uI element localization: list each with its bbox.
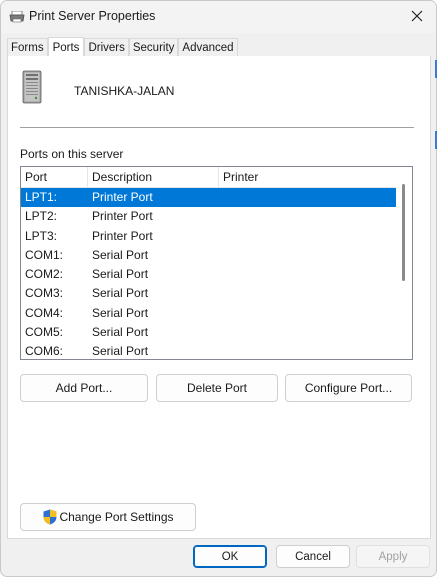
- port-row[interactable]: COM5: Serial Port: [21, 323, 397, 342]
- port-row-port: LPT1:: [25, 190, 58, 204]
- port-row[interactable]: COM6: Serial Port: [21, 342, 397, 359]
- tab-security[interactable]: Security: [128, 38, 179, 57]
- configure-port-button[interactable]: Configure Port...: [285, 374, 412, 402]
- port-row-printer: [219, 265, 397, 284]
- delete-port-button[interactable]: Delete Port: [156, 374, 278, 402]
- ports-list-rows: LPT1: Printer Port LPT2: Printer Port LPT3: P…: [21, 188, 397, 359]
- ports-section-label: Ports on this server: [20, 147, 124, 161]
- close-icon: [411, 10, 423, 25]
- title-bar: Print Server Properties: [1, 1, 436, 33]
- window-title: Print Server Properties: [29, 9, 156, 23]
- port-row[interactable]: LPT3: Printer Port: [21, 227, 397, 246]
- cancel-button[interactable]: Cancel: [276, 545, 350, 568]
- port-row-printer: [219, 323, 397, 342]
- scrollbar-thumb[interactable]: [402, 184, 405, 281]
- port-row-description: Serial Port: [92, 325, 149, 340]
- ok-button[interactable]: OK: [193, 545, 267, 568]
- port-row[interactable]: COM2: Serial Port: [21, 265, 397, 284]
- port-row-description: Serial Port: [92, 247, 149, 262]
- port-row-port: COM5:: [25, 325, 64, 340]
- port-row[interactable]: LPT2: Printer Port: [21, 207, 397, 226]
- column-header-printer[interactable]: Printer: [219, 167, 397, 188]
- change-port-settings-button[interactable]: Change Port Settings: [20, 503, 196, 531]
- port-row[interactable]: COM1: Serial Port: [21, 246, 397, 265]
- separator: [20, 127, 414, 128]
- port-row-description: Printer Port: [92, 190, 153, 204]
- tab-forms[interactable]: Forms: [7, 38, 48, 57]
- port-row[interactable]: COM3: Serial Port: [21, 284, 397, 303]
- port-row-description: Serial Port: [92, 286, 149, 301]
- port-row-port: COM4:: [25, 305, 64, 320]
- port-row-printer: [219, 284, 397, 303]
- tab-advanced[interactable]: Advanced: [178, 38, 238, 57]
- port-row[interactable]: COM4: Serial Port: [21, 304, 397, 323]
- port-row-port: COM6:: [25, 344, 64, 359]
- port-row-printer: [219, 188, 397, 207]
- tab-ports[interactable]: Ports: [47, 37, 85, 57]
- column-header-port[interactable]: Port: [21, 167, 88, 188]
- port-row-printer: [219, 207, 397, 226]
- port-row-description: Serial Port: [92, 344, 149, 359]
- port-row-description: Serial Port: [92, 267, 149, 282]
- vertical-scrollbar[interactable]: [396, 167, 412, 359]
- tab-strip: Forms Ports Drivers Security Advanced: [7, 37, 238, 57]
- close-button[interactable]: [398, 1, 436, 33]
- apply-button[interactable]: Apply: [356, 545, 430, 568]
- ports-list[interactable]: Port Description Printer LPT1: Printer Po…: [20, 166, 413, 360]
- printer-icon: [9, 10, 25, 23]
- port-row-port: COM1:: [25, 247, 64, 262]
- port-row-printer: [219, 246, 397, 265]
- port-row-port: COM3:: [25, 286, 64, 301]
- port-row-description: Serial Port: [92, 305, 149, 320]
- change-port-settings-label: Change Port Settings: [59, 510, 174, 524]
- port-row-description: Printer Port: [92, 209, 153, 224]
- port-row-printer: [219, 342, 397, 359]
- add-port-button[interactable]: Add Port...: [20, 374, 148, 402]
- print-server-properties-dialog: Print Server Properties Forms Ports Driv…: [0, 0, 437, 577]
- port-row[interactable]: LPT1: Printer Port: [21, 188, 397, 208]
- port-row-port: LPT2:: [25, 209, 58, 224]
- server-name: TANISHKA-JALAN: [74, 84, 175, 98]
- column-header-description[interactable]: Description: [88, 167, 219, 188]
- tab-drivers[interactable]: Drivers: [84, 38, 129, 57]
- ports-list-header: Port Description Printer: [21, 167, 397, 188]
- uac-shield-icon: [42, 509, 58, 525]
- server-tower-icon: [21, 70, 43, 104]
- port-row-port: LPT3:: [25, 228, 58, 243]
- port-row-printer: [219, 304, 397, 323]
- port-row-printer: [219, 227, 397, 246]
- port-row-description: Printer Port: [92, 228, 153, 243]
- port-row-port: COM2:: [25, 267, 64, 282]
